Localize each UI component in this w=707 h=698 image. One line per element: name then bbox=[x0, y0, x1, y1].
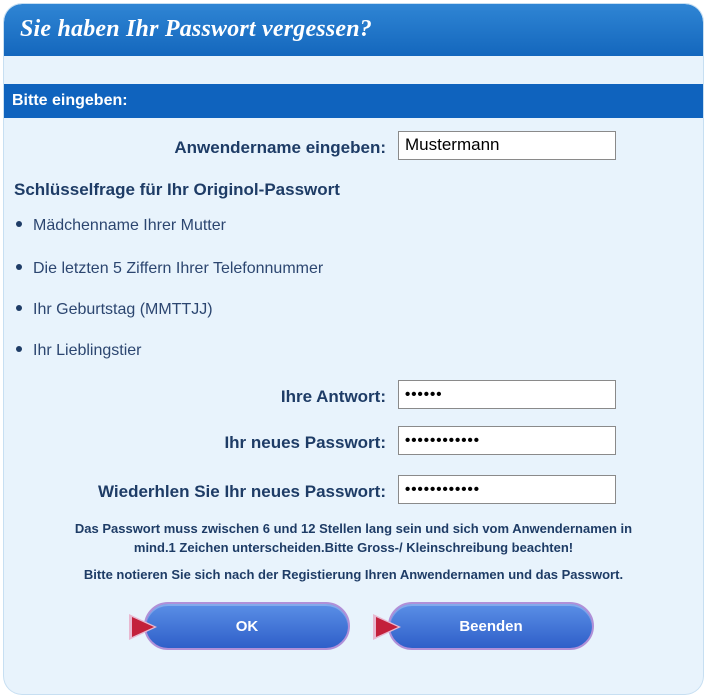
forgot-password-dialog: Sie haben Ihr Passwort vergessen? Bitte … bbox=[4, 4, 703, 694]
cancel-button-label: Beenden bbox=[459, 618, 523, 635]
new-password-label: Ihr neues Passwort: bbox=[224, 433, 386, 452]
bullet-dot-icon bbox=[16, 304, 22, 311]
new-password-input[interactable]: •••••••••••• bbox=[398, 426, 616, 455]
ok-button-label: OK bbox=[235, 618, 259, 635]
answer-label: Ihre Antwort: bbox=[280, 387, 386, 406]
security-question-item: Mädchenname Ihrer Mutter bbox=[16, 217, 226, 235]
ok-button[interactable]: OK bbox=[129, 602, 350, 650]
repeat-password-input[interactable]: •••••••••••• bbox=[398, 475, 616, 504]
password-rules-line-2: mind.1 Zeichen unterscheiden.Bitte Gross… bbox=[133, 540, 574, 555]
section-header-text: Bitte eingeben: bbox=[12, 92, 128, 109]
security-question-item: Ihr Geburtstag (MMTTJJ) bbox=[16, 301, 213, 319]
answer-input[interactable]: •••••• bbox=[398, 380, 616, 409]
title-bar: Sie haben Ihr Passwort vergessen? bbox=[4, 4, 703, 56]
password-rules-line-1: Das Passwort muss zwischen 6 und 12 Stel… bbox=[74, 521, 633, 536]
username-input[interactable]: Mustermann bbox=[398, 131, 616, 160]
repeat-password-label: Wiederhlen Sie Ihr neues Passwort: bbox=[98, 482, 386, 501]
security-question-item: Die letzten 5 Ziffern Ihrer Telefonnumme… bbox=[16, 260, 323, 278]
username-label: Anwendername eingeben: bbox=[174, 138, 386, 157]
bullet-dot-icon bbox=[16, 220, 22, 227]
security-question-title: Schlüsselfrage für Ihr Originol-Passwort bbox=[14, 180, 340, 199]
security-question-item: Ihr Lieblingstier bbox=[16, 342, 142, 360]
registration-note: Bitte notieren Sie sich nach der Registi… bbox=[83, 567, 624, 582]
section-header: Bitte eingeben: bbox=[4, 84, 703, 118]
bullet-dot-icon bbox=[16, 263, 22, 270]
bullet-dot-icon bbox=[16, 345, 22, 352]
dialog-title: Sie haben Ihr Passwort vergessen? bbox=[20, 16, 372, 42]
cancel-button[interactable]: Beenden bbox=[373, 602, 594, 650]
